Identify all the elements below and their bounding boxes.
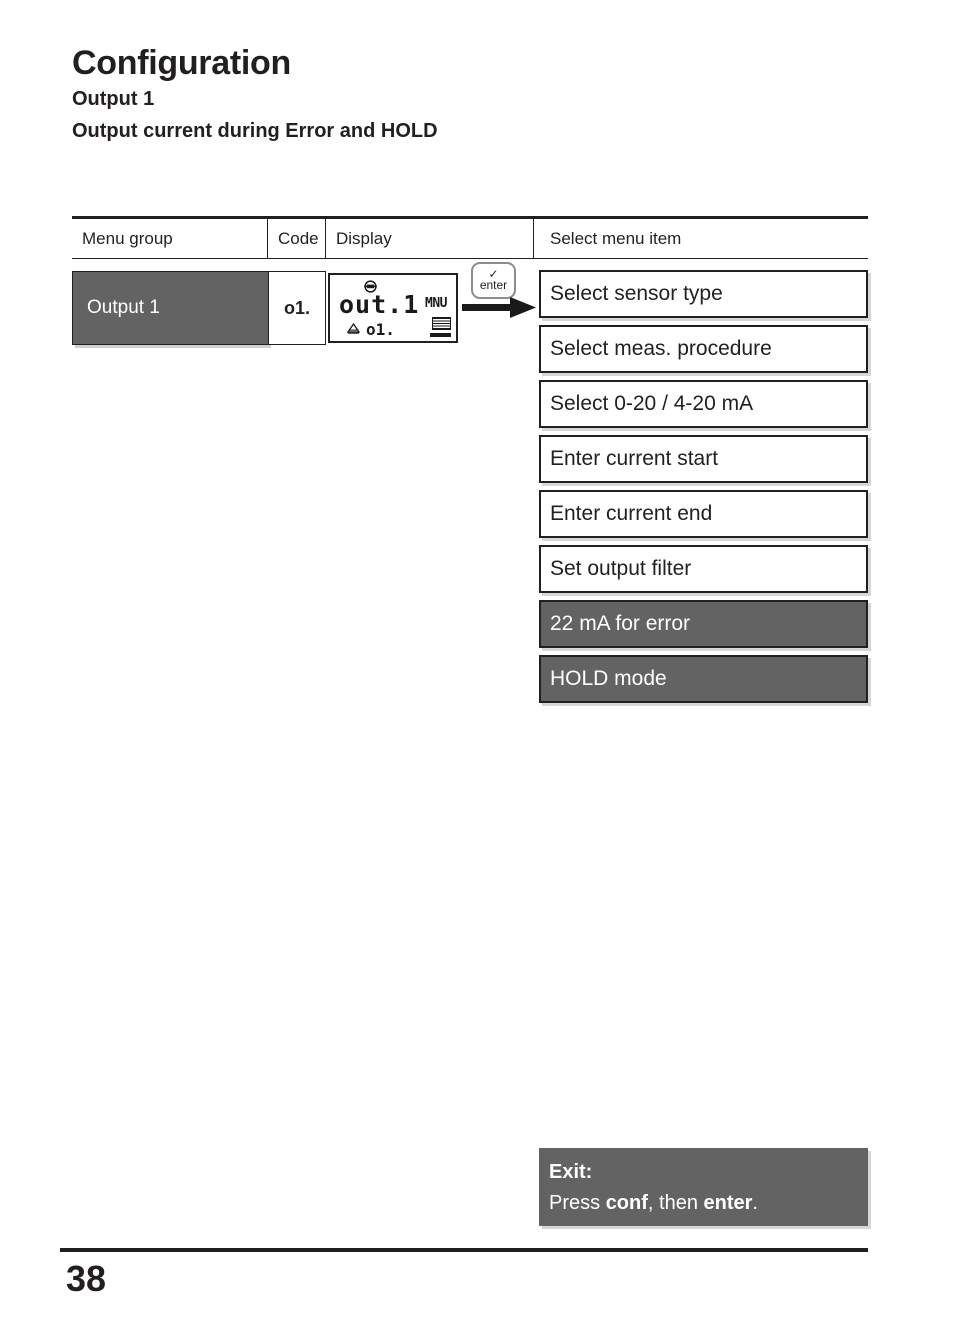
- exit-end-text: .: [752, 1192, 758, 1214]
- menu-item-select-meas-procedure[interactable]: Select meas. procedure: [539, 325, 868, 373]
- menu-item-label: Enter current end: [550, 502, 713, 525]
- meas-display-icon: [432, 317, 451, 330]
- menu-item-enter-current-start[interactable]: Enter current start: [539, 435, 868, 483]
- menu-item-label: HOLD mode: [550, 667, 667, 690]
- page-header: Configuration Output 1 Output current du…: [72, 44, 872, 144]
- cell-display: out.1 MNU o1.: [326, 271, 460, 345]
- page-number: 38: [66, 1258, 107, 1299]
- exit-instruction-box: Exit: Press conf, then enter.: [539, 1148, 868, 1226]
- exit-middle-text: , then: [647, 1192, 704, 1214]
- lcd-sub-text: o1.: [366, 320, 395, 339]
- column-header-display: Display: [326, 219, 534, 258]
- menu-item-hold-mode[interactable]: HOLD mode: [539, 655, 868, 703]
- code-label: o1.: [283, 297, 310, 318]
- column-header-code: Code: [268, 219, 326, 258]
- menu-item-label: Enter current start: [550, 447, 719, 470]
- menu-item-label: Select 0-20 / 4-20 mA: [550, 392, 754, 415]
- page-subtitle-1: Output 1: [72, 88, 155, 110]
- column-header-select-menu-item: Select menu item: [550, 228, 682, 248]
- exit-key-conf: conf: [605, 1192, 648, 1214]
- exit-key-enter: enter: [703, 1192, 753, 1214]
- menu-table: Menu group Code Display Select menu item: [72, 216, 868, 259]
- menu-item-label: Set output filter: [550, 557, 692, 580]
- exit-title: Exit:: [549, 1157, 868, 1188]
- menu-item-label: Select meas. procedure: [550, 337, 772, 360]
- menu-item-label: 22 mA for error: [550, 612, 691, 635]
- menu-item-enter-current-end[interactable]: Enter current end: [539, 490, 868, 538]
- exit-instruction: Press conf, then enter.: [549, 1188, 868, 1219]
- cell-code: o1.: [268, 271, 326, 345]
- menu-item-list: Select sensor type Select meas. procedur…: [539, 270, 868, 710]
- footer-rule: [60, 1248, 868, 1252]
- menu-item-label: Select sensor type: [550, 282, 723, 305]
- page-subtitle-2: Output current during Error and HOLD: [72, 120, 438, 142]
- menu-item-22ma-for-error[interactable]: 22 mA for error: [539, 600, 868, 648]
- menu-item-set-output-filter[interactable]: Set output filter: [539, 545, 868, 593]
- cell-menu-group: Output 1: [72, 271, 268, 345]
- enter-key-label: enter: [479, 278, 508, 292]
- exit-title-text: Exit:: [549, 1161, 593, 1183]
- lcd-main-text: out.1: [339, 290, 420, 319]
- menu-group-label: Output 1: [87, 297, 160, 318]
- menu-item-select-sensor-type[interactable]: Select sensor type: [539, 270, 868, 318]
- page-title: Configuration: [72, 44, 291, 82]
- table-row: Output 1 o1. out.1 MNU o1.: [72, 271, 460, 345]
- flow-arrow-icon: [462, 297, 536, 319]
- enter-key-button[interactable]: ✓ enter: [471, 262, 516, 299]
- warning-triangle-icon: [346, 322, 361, 334]
- device-lcd-screen: out.1 MNU o1.: [328, 273, 458, 343]
- menu-item-select-current-range[interactable]: Select 0-20 / 4-20 mA: [539, 380, 868, 428]
- lcd-bottom-bar: [430, 333, 451, 337]
- table-header-row: Menu group Code Display Select menu item: [72, 219, 868, 259]
- lcd-mnu-indicator: MNU: [425, 296, 447, 311]
- column-header-menu-group: Menu group: [72, 219, 268, 258]
- exit-press-text: Press: [549, 1192, 606, 1214]
